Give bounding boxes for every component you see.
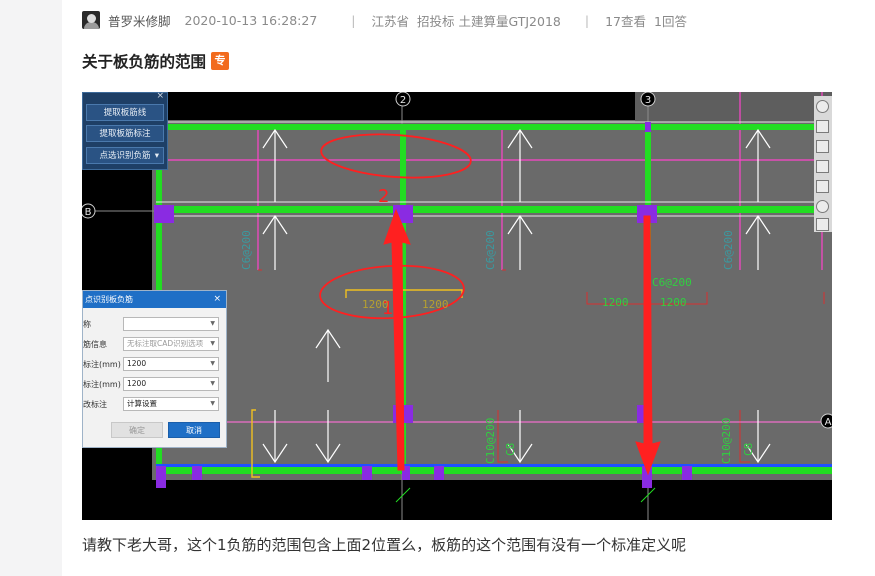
chevron-down-icon: ▼ xyxy=(210,360,215,367)
orbit-icon[interactable] xyxy=(816,100,829,113)
window-icon[interactable] xyxy=(816,160,829,173)
dialog-row-left-label: 标注(mm) 1200 ▼ xyxy=(83,357,226,372)
dialog-title-bar: 点识别板负筋 × xyxy=(83,291,226,308)
rotate-icon[interactable] xyxy=(816,200,829,213)
left-label-select[interactable]: 1200 ▼ xyxy=(123,357,219,371)
calc-setting-select[interactable]: 计算设置 ▼ xyxy=(123,397,219,411)
slab-top-right xyxy=(635,92,832,122)
rebar-dim-1200-left: 1200 xyxy=(602,296,629,309)
rebar-text-c6-mid: C6@200 xyxy=(484,230,497,270)
name-select[interactable]: ▼ xyxy=(123,317,219,331)
close-icon[interactable]: × xyxy=(156,92,164,101)
beam-top xyxy=(156,124,832,130)
author-name[interactable]: 普罗米修脚 xyxy=(108,11,171,30)
column xyxy=(645,122,651,132)
region-tag[interactable]: 江苏省 xyxy=(372,11,410,30)
column xyxy=(682,466,692,480)
rebar-dim-1200-yellow: 1200 xyxy=(362,298,389,311)
annotation-2: 2 xyxy=(378,186,389,207)
field-label: 标注(mm) xyxy=(83,360,121,369)
field-value: 无标注取CAD识别选项 xyxy=(127,339,204,348)
rebar-text-c6-left: C6@200 xyxy=(240,230,253,270)
chevron-down-icon: ▼ xyxy=(210,380,215,387)
dialog-row-modify-label: 改标注 计算设置 ▼ xyxy=(83,397,226,412)
extract-rebar-label-button[interactable]: 提取板筋标注 xyxy=(86,125,164,142)
dialog-row-rebar-info: 筋信息 无标注取CAD识别选项 ▼ xyxy=(83,337,226,352)
chevron-down-icon: ▼ xyxy=(210,320,215,327)
chevron-down-icon: ▾ xyxy=(154,151,159,161)
chevron-down-icon: ▼ xyxy=(210,340,215,347)
point-identify-negative-rebar-button[interactable]: 点选识别负筋 ▾ xyxy=(86,147,164,164)
grid-label-2: 2 xyxy=(400,95,406,106)
field-label: 改标注 xyxy=(83,400,107,409)
dialog-title: 点识别板负筋 xyxy=(85,295,133,304)
rebar-dim-1200-yellow-2: 1200 xyxy=(422,298,449,311)
beam-b xyxy=(156,206,832,213)
field-label: 称 xyxy=(83,320,91,329)
cad-right-toolbar xyxy=(814,96,832,232)
beam-bottom xyxy=(156,466,832,474)
ok-button[interactable]: 确定 xyxy=(111,422,163,438)
expert-badge: 专 xyxy=(211,52,230,70)
field-value: 1200 xyxy=(127,359,147,368)
extract-rebar-line-button[interactable]: 提取板筋线 xyxy=(86,104,164,121)
rebar-info-select[interactable]: 无标注取CAD识别选项 ▼ xyxy=(123,337,219,351)
post-meta-row: 普罗米修脚 2020-10-13 16:28:27 | 江苏省 招投标 土建算量… xyxy=(82,10,695,30)
post-datetime: 2020-10-13 16:28:27 xyxy=(184,12,318,28)
rebar-text-c8: C8 xyxy=(504,443,517,456)
column xyxy=(362,466,372,480)
column xyxy=(192,466,202,480)
close-icon[interactable]: × xyxy=(213,291,221,308)
cancel-button[interactable]: 取消 xyxy=(168,422,220,438)
view-count: 17查看 xyxy=(605,13,646,29)
column xyxy=(156,466,166,488)
point-identify-label: 点选识别负筋 xyxy=(99,151,151,161)
dialog-row-name: 称 ▼ xyxy=(83,317,226,332)
grid-label-3: 3 xyxy=(645,95,651,106)
post-title-text: 关于板负筋的范围 xyxy=(82,53,207,71)
meta-separator: | xyxy=(351,12,356,28)
grid-icon[interactable] xyxy=(816,218,829,231)
answer-count: 1回答 xyxy=(654,13,687,29)
meta-separator: | xyxy=(584,12,590,28)
extract-panel: × 提取板筋线 提取板筋标注 点选识别负筋 ▾ xyxy=(82,92,168,170)
chevron-down-icon: ▼ xyxy=(210,400,215,407)
dialog-row-right-label: 标注(mm) 1200 ▼ xyxy=(83,377,226,392)
grid-label-a: A xyxy=(825,417,832,428)
rebar-text-c6-200: C6@200 xyxy=(652,276,692,289)
grid-label-b: B xyxy=(85,207,92,218)
identify-negative-rebar-dialog: 点识别板负筋 × 称 ▼ 筋信息 无标注取CAD识别选项 ▼ 标注(mm) 120… xyxy=(82,290,227,448)
cad-screenshot: 2 3 B A 2 1 C6@200 1200 1200 1200 1200 C… xyxy=(82,92,832,520)
category-tag[interactable]: 招投标 土建算量GTJ2018 xyxy=(417,11,561,30)
layer-icon[interactable] xyxy=(816,140,829,153)
right-label-select[interactable]: 1200 ▼ xyxy=(123,377,219,391)
field-value: 计算设置 xyxy=(127,399,157,408)
post-title: 关于板负筋的范围 专 xyxy=(82,50,230,72)
box-icon[interactable] xyxy=(816,180,829,193)
field-label: 筋信息 xyxy=(83,340,107,349)
field-value: 1200 xyxy=(127,379,147,388)
view-icon[interactable] xyxy=(816,120,829,133)
page-left-gutter xyxy=(0,0,62,576)
column xyxy=(154,205,174,223)
rebar-dim-1200-right: 1200 xyxy=(660,296,687,309)
rebar-text-c6-right: C6@200 xyxy=(722,230,735,270)
field-label: 标注(mm) xyxy=(83,380,121,389)
column xyxy=(434,466,444,480)
avatar[interactable] xyxy=(82,11,100,29)
rebar-text-c10-200: C10@200 xyxy=(484,418,497,464)
rebar-text-c8-right: C8 xyxy=(742,443,755,456)
question-text: 请教下老大哥，这个1负筋的范围包含上面2位置么，板筋的这个范围有没有一个标准定义… xyxy=(82,536,687,554)
rebar-text-c10-200-right: C10@200 xyxy=(720,418,733,464)
